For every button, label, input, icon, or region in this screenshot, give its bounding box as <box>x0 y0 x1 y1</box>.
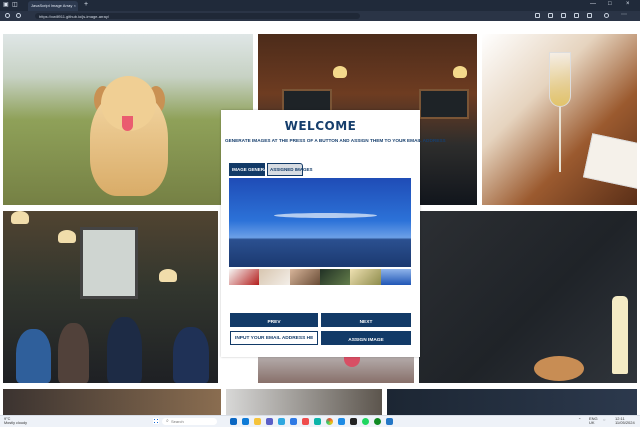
thumbnail-coffee[interactable] <box>229 269 260 285</box>
thumbnail-strip <box>229 269 411 285</box>
bottom-photo-3 <box>387 389 637 415</box>
thumbnail-forest[interactable] <box>319 269 351 285</box>
image-generator-modal: WELCOME GENERATE IMAGES AT THE PRESS OF … <box>221 110 446 357</box>
puppy-photo <box>3 34 253 205</box>
wine-glass-stem <box>559 107 561 172</box>
weather-text: Mostly cloudy <box>4 421 28 425</box>
menu-paper <box>582 133 637 190</box>
profile-icon[interactable] <box>604 13 609 18</box>
tab-title: JavaScript Image Array <box>31 3 73 8</box>
cafe-person-1 <box>16 329 51 383</box>
bread-roll <box>534 356 584 381</box>
cafe-photo <box>3 211 218 383</box>
reading-view-icon[interactable] <box>535 13 540 18</box>
extensions-icon[interactable] <box>574 13 579 18</box>
folder-icon[interactable] <box>254 418 261 425</box>
code-icon[interactable] <box>338 418 345 425</box>
photos-icon[interactable] <box>314 418 321 425</box>
thumbnail-field[interactable] <box>350 269 381 285</box>
back-icon[interactable] <box>5 13 10 18</box>
wine-photo <box>482 34 637 205</box>
next-button[interactable]: NEXT <box>321 313 411 327</box>
url-field[interactable]: https://xwill911.github.io/js-image-arra… <box>35 13 360 19</box>
browser-workspace-icon[interactable]: ◫ <box>12 1 18 8</box>
xbox-icon[interactable] <box>374 418 381 425</box>
bar-menu-board-right <box>419 89 469 119</box>
thumbnail-sand[interactable] <box>259 269 290 285</box>
downloads-icon[interactable] <box>587 13 592 18</box>
store-icon[interactable] <box>290 418 297 425</box>
cafe-window <box>80 227 138 299</box>
milk-bottle <box>612 296 628 374</box>
modal-subtitle: GENERATE IMAGES AT THE PRESS OF A BUTTON… <box>225 138 446 143</box>
tab-image-generator[interactable]: IMAGE GENERATOR <box>229 163 276 176</box>
generated-image-preview <box>229 178 411 267</box>
windows-taskbar: 9°C Mostly cloudy Search ⌃ ENG UK ◌ 12:1… <box>0 415 640 427</box>
bottom-photo-1 <box>3 389 221 415</box>
network-icon[interactable]: ◌ <box>603 417 605 422</box>
assign-image-button[interactable]: ASSIGN IMAGE <box>321 331 411 345</box>
music-icon[interactable] <box>302 418 309 425</box>
prev-button[interactable]: PREV <box>230 313 318 327</box>
maximize-button[interactable]: □ <box>608 1 612 7</box>
collections-icon[interactable] <box>561 13 566 18</box>
dark-table-photo <box>419 211 637 383</box>
close-tab-icon[interactable]: × <box>74 3 76 8</box>
region-code: UK <box>589 420 595 425</box>
browser-sidebar-icon[interactable]: ▣ <box>3 1 9 8</box>
new-tab-icon[interactable]: + <box>84 1 88 8</box>
language-indicator[interactable]: ENG UK <box>589 417 598 425</box>
taskbar-search-input[interactable]: Search <box>162 418 217 425</box>
cafe-lamp-2 <box>58 230 76 243</box>
thumbnail-wood[interactable] <box>289 269 320 285</box>
spotify-icon[interactable] <box>362 418 369 425</box>
browser-titlebar: ▣ ◫ JavaScript Image Array × + — □ × <box>0 0 640 11</box>
browser-address-bar-row: https://xwill911.github.io/js-image-arra… <box>0 11 640 21</box>
bottom-photo-2 <box>226 389 382 415</box>
chrome-icon[interactable] <box>326 418 333 425</box>
modal-title: WELCOME <box>284 119 357 133</box>
cafe-person-3 <box>107 317 142 383</box>
terminal-icon[interactable] <box>350 418 357 425</box>
thumbnail-sea[interactable] <box>380 269 411 285</box>
vscode-icon[interactable] <box>386 418 393 425</box>
cafe-person-4 <box>173 327 209 383</box>
wine-glass <box>545 52 575 202</box>
close-window-button[interactable]: × <box>626 1 630 7</box>
weather-widget[interactable]: 9°C Mostly cloudy <box>4 417 27 425</box>
more-menu-icon[interactable]: ⋯ <box>621 11 627 18</box>
bar-lamp-left <box>333 66 347 78</box>
tab-assigned-images[interactable]: ASSIGNED IMAGES <box>267 163 313 176</box>
system-tray-arrow-icon[interactable]: ⌃ <box>578 417 581 422</box>
cafe-person-2 <box>58 323 89 383</box>
cloud-streak <box>274 213 377 218</box>
teams-icon[interactable] <box>266 418 273 425</box>
edge-icon[interactable] <box>278 418 285 425</box>
cafe-lamp-1 <box>11 211 29 224</box>
mail-icon[interactable] <box>242 418 249 425</box>
bar-lamp-right <box>453 66 467 78</box>
dog-tongue <box>122 116 133 131</box>
refresh-icon[interactable] <box>16 13 21 18</box>
wine-glass-bowl <box>549 52 571 107</box>
browser-tab[interactable]: JavaScript Image Array × <box>28 1 78 11</box>
browser-icon[interactable] <box>230 418 237 425</box>
windows-start-icon[interactable] <box>153 418 159 424</box>
minimize-button[interactable]: — <box>590 1 596 7</box>
clock[interactable]: 12:11 11/05/2024 <box>615 417 635 425</box>
clock-date: 11/05/2024 <box>615 420 635 425</box>
web-page: WELCOME GENERATE IMAGES AT THE PRESS OF … <box>0 21 640 415</box>
favorite-icon[interactable] <box>548 13 553 18</box>
email-input[interactable] <box>230 331 318 345</box>
cafe-lamp-4 <box>159 269 177 282</box>
